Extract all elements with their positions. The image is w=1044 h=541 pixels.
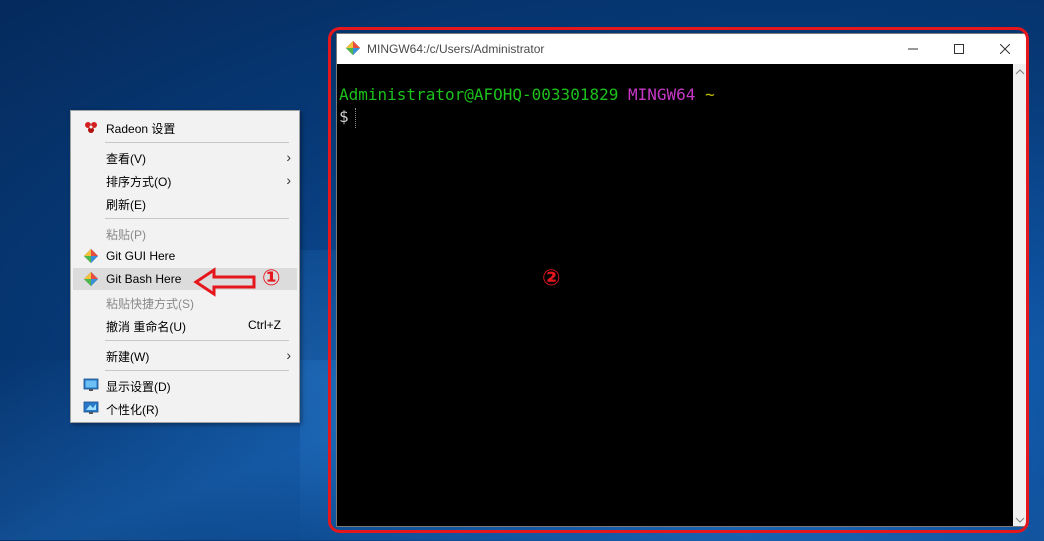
menu-item-shortcut: Ctrl+Z <box>248 318 281 332</box>
menu-separator <box>105 340 289 341</box>
prompt-path: ~ <box>705 85 715 104</box>
maximize-icon <box>954 44 964 54</box>
menu-item-label: 粘贴(P) <box>106 228 146 242</box>
menu-item-label: 查看(V) <box>106 152 146 166</box>
prompt-user-host: Administrator@AFOHQ-003301829 <box>339 85 619 104</box>
menu-item-paste-shortcut: 粘贴快捷方式(S) <box>73 291 297 313</box>
git-icon <box>345 40 361 56</box>
maximize-button[interactable] <box>936 34 982 64</box>
display-settings-icon <box>83 378 99 391</box>
menu-item-label: 显示设置(D) <box>106 380 171 394</box>
menu-item-label: 新建(W) <box>106 350 150 364</box>
chevron-right-icon: › <box>286 149 291 165</box>
minimize-button[interactable] <box>890 34 936 64</box>
menu-item-label: 刷新(E) <box>106 198 146 212</box>
close-icon <box>1000 44 1010 54</box>
menu-item-display-settings[interactable]: 显示设置(D) <box>73 374 297 396</box>
window-titlebar[interactable]: MINGW64:/c/Users/Administrator <box>337 34 1027 64</box>
annotation-step-1: ① <box>262 266 281 291</box>
menu-item-label: Radeon 设置 <box>106 122 176 136</box>
annotation-step-2: ② <box>542 266 561 291</box>
menu-item-new[interactable]: 新建(W) › <box>73 344 297 366</box>
menu-item-label: Git Bash Here <box>106 272 182 286</box>
chevron-right-icon: › <box>286 172 291 188</box>
menu-item-label: 粘贴快捷方式(S) <box>106 297 194 311</box>
menu-separator <box>105 370 289 371</box>
menu-item-label: Git GUI Here <box>106 249 176 263</box>
menu-item-undo-rename[interactable]: 撤消 重命名(U) Ctrl+Z <box>73 314 297 336</box>
menu-item-label: 撤消 重命名(U) <box>106 320 186 334</box>
vertical-scrollbar[interactable] <box>1013 64 1027 526</box>
minimize-icon <box>908 48 918 50</box>
menu-item-label: 排序方式(O) <box>106 175 172 189</box>
prompt-system: MINGW64 <box>628 85 696 104</box>
personalize-icon <box>83 401 99 414</box>
scroll-up-icon[interactable] <box>1015 68 1025 76</box>
menu-item-radeon-settings[interactable]: Radeon 设置 <box>73 116 297 138</box>
menu-item-view[interactable]: 查看(V) › <box>73 146 297 168</box>
git-icon <box>83 248 99 264</box>
scroll-down-icon[interactable] <box>1015 516 1025 524</box>
window-title: MINGW64:/c/Users/Administrator <box>367 42 545 56</box>
menu-item-refresh[interactable]: 刷新(E) <box>73 192 297 214</box>
terminal-input-line[interactable]: $ <box>339 106 1013 128</box>
menu-item-label: 个性化(R) <box>106 403 159 417</box>
chevron-right-icon: › <box>286 347 291 363</box>
git-bash-window: MINGW64:/c/Users/Administrator Administr… <box>336 33 1028 527</box>
git-icon <box>83 271 99 287</box>
close-button[interactable] <box>982 34 1028 64</box>
prompt-symbol: $ <box>339 107 349 126</box>
menu-item-paste: 粘贴(P) <box>73 222 297 244</box>
radeon-icon <box>85 122 97 133</box>
menu-item-personalize[interactable]: 个性化(R) <box>73 397 297 419</box>
text-cursor <box>354 107 357 128</box>
menu-separator <box>105 142 289 143</box>
menu-separator <box>105 218 289 219</box>
menu-item-sort-by[interactable]: 排序方式(O) › <box>73 169 297 191</box>
menu-item-git-gui-here[interactable]: Git GUI Here <box>73 245 297 267</box>
terminal-output[interactable]: Administrator@AFOHQ-003301829 MINGW64 ~ … <box>337 64 1013 526</box>
annotation-arrow <box>193 267 256 297</box>
terminal-prompt-line: Administrator@AFOHQ-003301829 MINGW64 ~ <box>339 84 1013 106</box>
